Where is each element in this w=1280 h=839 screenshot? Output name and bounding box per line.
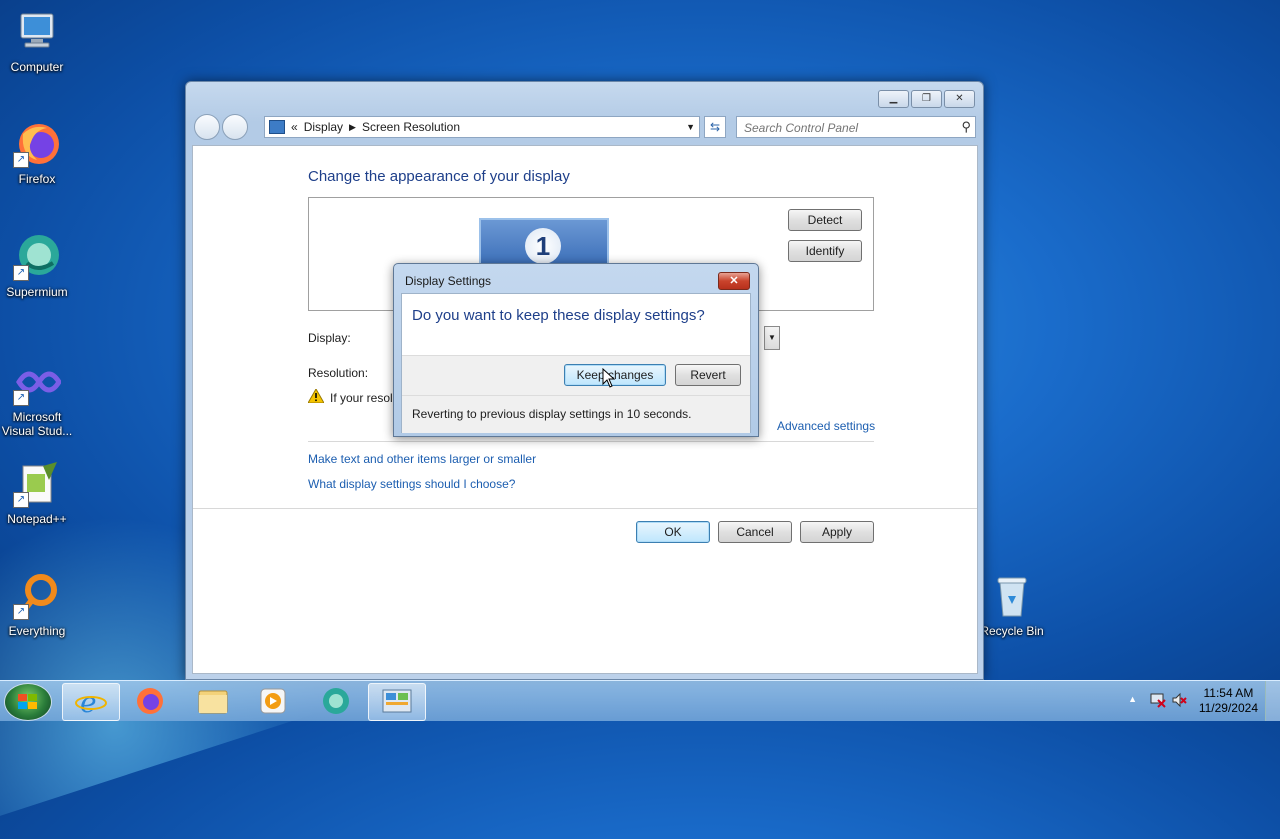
desktop-icon-label: Firefox [18, 172, 56, 186]
breadcrumb-chevron-icon[interactable]: ▶ [349, 122, 356, 133]
desktop-icon-recycle-bin[interactable]: Recycle Bin [975, 572, 1049, 638]
shortcut-arrow-icon: ↗ [13, 152, 29, 168]
desktop-icon-notepadpp[interactable]: ↗ Notepad++ [0, 460, 74, 526]
taskbar-supermium[interactable] [308, 683, 364, 719]
address-bar[interactable]: « Display ▶ Screen Resolution ▼ [264, 116, 700, 138]
taskbar-firefox[interactable] [122, 683, 178, 719]
close-button[interactable]: ✕ [944, 90, 975, 108]
resolution-label: Resolution: [308, 366, 369, 380]
dialog-close-button[interactable]: ✕ [718, 272, 750, 290]
shortcut-arrow-icon: ↗ [13, 492, 29, 508]
computer-icon [13, 8, 61, 56]
navigation-bar: « Display ▶ Screen Resolution ▼ ⇆ ⚲ [194, 114, 976, 140]
everything-search-icon: ↗ [13, 572, 61, 620]
divider [308, 441, 874, 442]
desktop-icon-visual-studio[interactable]: ↗ Microsoft Visual Stud... [0, 358, 74, 438]
shortcut-arrow-icon: ↗ [13, 390, 29, 406]
search-input[interactable] [742, 120, 956, 136]
control-panel-icon [269, 120, 285, 134]
search-box[interactable]: ⚲ [736, 116, 976, 138]
minimize-button[interactable]: ▁ [878, 90, 909, 108]
visual-studio-icon: ↗ [13, 358, 62, 406]
divider [193, 508, 977, 509]
refresh-icon[interactable]: ⇆ [704, 116, 726, 138]
warning-text: If your resol [330, 391, 393, 405]
dialog-status: Reverting to previous display settings i… [402, 395, 750, 433]
taskbar-control-panel[interactable] [368, 683, 426, 721]
search-icon[interactable]: ⚲ [961, 119, 971, 135]
control-panel-icon [382, 689, 412, 713]
desktop-icon-label: Notepad++ [7, 512, 67, 526]
clock-time: 11:54 AM [1203, 686, 1254, 700]
windows-logo-icon [18, 694, 37, 709]
desktop-icon-label: Computer [10, 60, 64, 74]
firefox-icon [137, 688, 163, 714]
taskbar-ie[interactable]: e [62, 683, 120, 721]
dialog-actions: Keep changes Revert [402, 355, 750, 396]
internet-explorer-icon: e [75, 686, 107, 719]
shortcut-arrow-icon: ↗ [13, 604, 29, 620]
breadcrumb-overflow[interactable]: « [291, 120, 298, 134]
monitor-number: 1 [525, 228, 561, 264]
volume-muted-icon[interactable] [1171, 692, 1187, 708]
desktop-icon-label: Recycle Bin [980, 624, 1044, 638]
show-hidden-icons-icon[interactable]: ▲ [1128, 694, 1137, 704]
desktop-icon-label: Everything [8, 624, 66, 638]
identify-button[interactable]: Identify [788, 240, 862, 262]
breadcrumb-screen-resolution[interactable]: Screen Resolution [362, 120, 460, 134]
apply-button[interactable]: Apply [800, 521, 874, 543]
taskbar: e ▲ 11:54 AM 11/29/2024 [0, 680, 1280, 721]
desktop-icon-supermium[interactable]: ↗ Supermium [0, 233, 74, 299]
taskbar-media-player[interactable] [245, 683, 301, 719]
shortcut-arrow-icon: ↗ [13, 265, 29, 281]
folder-icon [198, 690, 228, 714]
back-button[interactable] [194, 114, 220, 140]
countdown-text: Reverting to previous display settings i… [412, 407, 692, 421]
dialog-question: Do you want to keep these display settin… [412, 307, 705, 324]
desktop-icon-label: Microsoft Visual Stud... [1, 410, 73, 438]
ok-button[interactable]: OK [636, 521, 710, 543]
detect-button[interactable]: Detect [788, 209, 862, 231]
cursor-icon [602, 368, 616, 388]
display-help-link[interactable]: What display settings should I choose? [308, 477, 515, 491]
cancel-button[interactable]: Cancel [718, 521, 792, 543]
firefox-icon: ↗ [13, 120, 61, 168]
desktop-icon-everything[interactable]: ↗ Everything [0, 572, 74, 638]
breadcrumb-display[interactable]: Display [304, 120, 343, 134]
warning-icon [307, 387, 325, 404]
start-button[interactable] [4, 683, 52, 721]
display-label: Display: [308, 331, 351, 345]
display-settings-dialog: Display Settings ✕ Do you want to keep t… [393, 263, 759, 437]
display-dropdown-icon[interactable]: ▼ [764, 326, 780, 350]
desktop-icon-label: Supermium [6, 285, 68, 299]
revert-button[interactable]: Revert [675, 364, 741, 386]
desktop-icon-firefox[interactable]: ↗ Firefox [0, 120, 74, 186]
taskbar-explorer[interactable] [185, 683, 241, 719]
svg-text:e: e [80, 686, 97, 719]
recycle-bin-icon [988, 572, 1036, 620]
desktop-icon-computer[interactable]: Computer [0, 8, 74, 74]
advanced-settings-link[interactable]: Advanced settings [777, 419, 875, 433]
dialog-body: Do you want to keep these display settin… [401, 293, 751, 433]
address-dropdown-icon[interactable]: ▼ [686, 122, 695, 132]
text-size-link[interactable]: Make text and other items larger or smal… [308, 452, 536, 466]
show-desktop-button[interactable] [1265, 681, 1280, 721]
network-icon[interactable] [1150, 692, 1166, 708]
notepadpp-icon: ↗ [13, 460, 61, 508]
page-title: Change the appearance of your display [308, 168, 570, 185]
media-player-icon [260, 688, 286, 714]
window-controls: ▁ ❐ ✕ [878, 90, 975, 108]
maximize-button[interactable]: ❐ [911, 90, 942, 108]
supermium-icon: ↗ [13, 233, 61, 281]
clock[interactable]: 11:54 AM 11/29/2024 [1199, 686, 1258, 716]
clock-date: 11/29/2024 [1198, 701, 1258, 715]
forward-button[interactable] [222, 114, 248, 140]
dialog-title: Display Settings [405, 274, 492, 288]
supermium-icon [323, 688, 349, 714]
